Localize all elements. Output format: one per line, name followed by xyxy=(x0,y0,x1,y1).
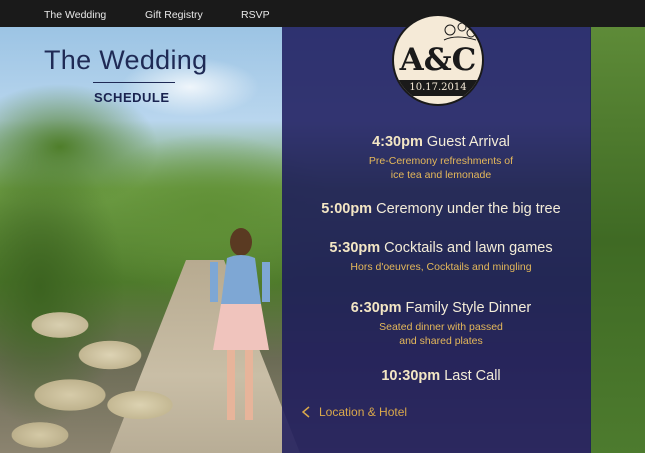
schedule-time: 5:00pm xyxy=(321,201,373,217)
schedule-desc: and shared plates xyxy=(399,335,483,347)
schedule-time: 5:30pm xyxy=(329,240,381,256)
schedule-desc: Pre-Ceremony refreshments of xyxy=(368,155,514,167)
schedule-item: 5:30pm Cocktails and lawn games Hors d'o… xyxy=(300,240,582,274)
title-divider xyxy=(93,82,175,83)
schedule-item: 6:30pm Family Style Dinner Seated dinner… xyxy=(300,300,582,348)
schedule-time: 10:30pm xyxy=(381,368,441,384)
location-hotel-link[interactable]: Location & Hotel xyxy=(302,405,407,419)
monogram-badge: A&C 10.17.2014 xyxy=(392,14,484,106)
chevron-left-icon xyxy=(302,406,310,418)
schedule-title: Guest Arrival xyxy=(426,134,510,150)
stone-steps xyxy=(0,285,200,453)
schedule-time: 4:30pm xyxy=(372,134,423,150)
tree-foliage xyxy=(590,27,645,453)
schedule-item: 4:30pm Guest Arrival Pre-Ceremony refres… xyxy=(300,134,582,182)
schedule-title: Ceremony under the big tree xyxy=(376,201,561,217)
monogram-date: 10.17.2014 xyxy=(394,80,482,96)
schedule-time: 6:30pm xyxy=(350,300,402,316)
page-subtitle: SCHEDULE xyxy=(94,90,170,105)
schedule-item: 10:30pm Last Call xyxy=(300,368,582,384)
location-hotel-label: Location & Hotel xyxy=(319,405,408,419)
schedule-desc: Hors d'oeuvres, Cocktails and mingling xyxy=(350,261,532,273)
schedule-title: Cocktails and lawn games xyxy=(384,240,553,256)
page-title: The Wedding xyxy=(44,45,208,75)
schedule-title: Family Style Dinner xyxy=(405,300,532,316)
schedule-desc: ice tea and lemonade xyxy=(390,169,492,181)
monogram-initials: A&C xyxy=(399,42,477,78)
nav-item-rsvp[interactable]: RSVP xyxy=(241,9,270,21)
schedule-item: 5:00pm Ceremony under the big tree xyxy=(300,201,582,217)
schedule-desc: Seated dinner with passed xyxy=(379,321,503,333)
nav-item-gift-registry[interactable]: Gift Registry xyxy=(145,9,203,21)
schedule-title: Last Call xyxy=(444,368,501,384)
nav-item-the-wedding[interactable]: The Wedding xyxy=(44,9,106,21)
bride-figure xyxy=(210,228,270,420)
flower-icon xyxy=(443,22,477,41)
top-nav: The Wedding Gift Registry RSVP xyxy=(0,0,645,27)
